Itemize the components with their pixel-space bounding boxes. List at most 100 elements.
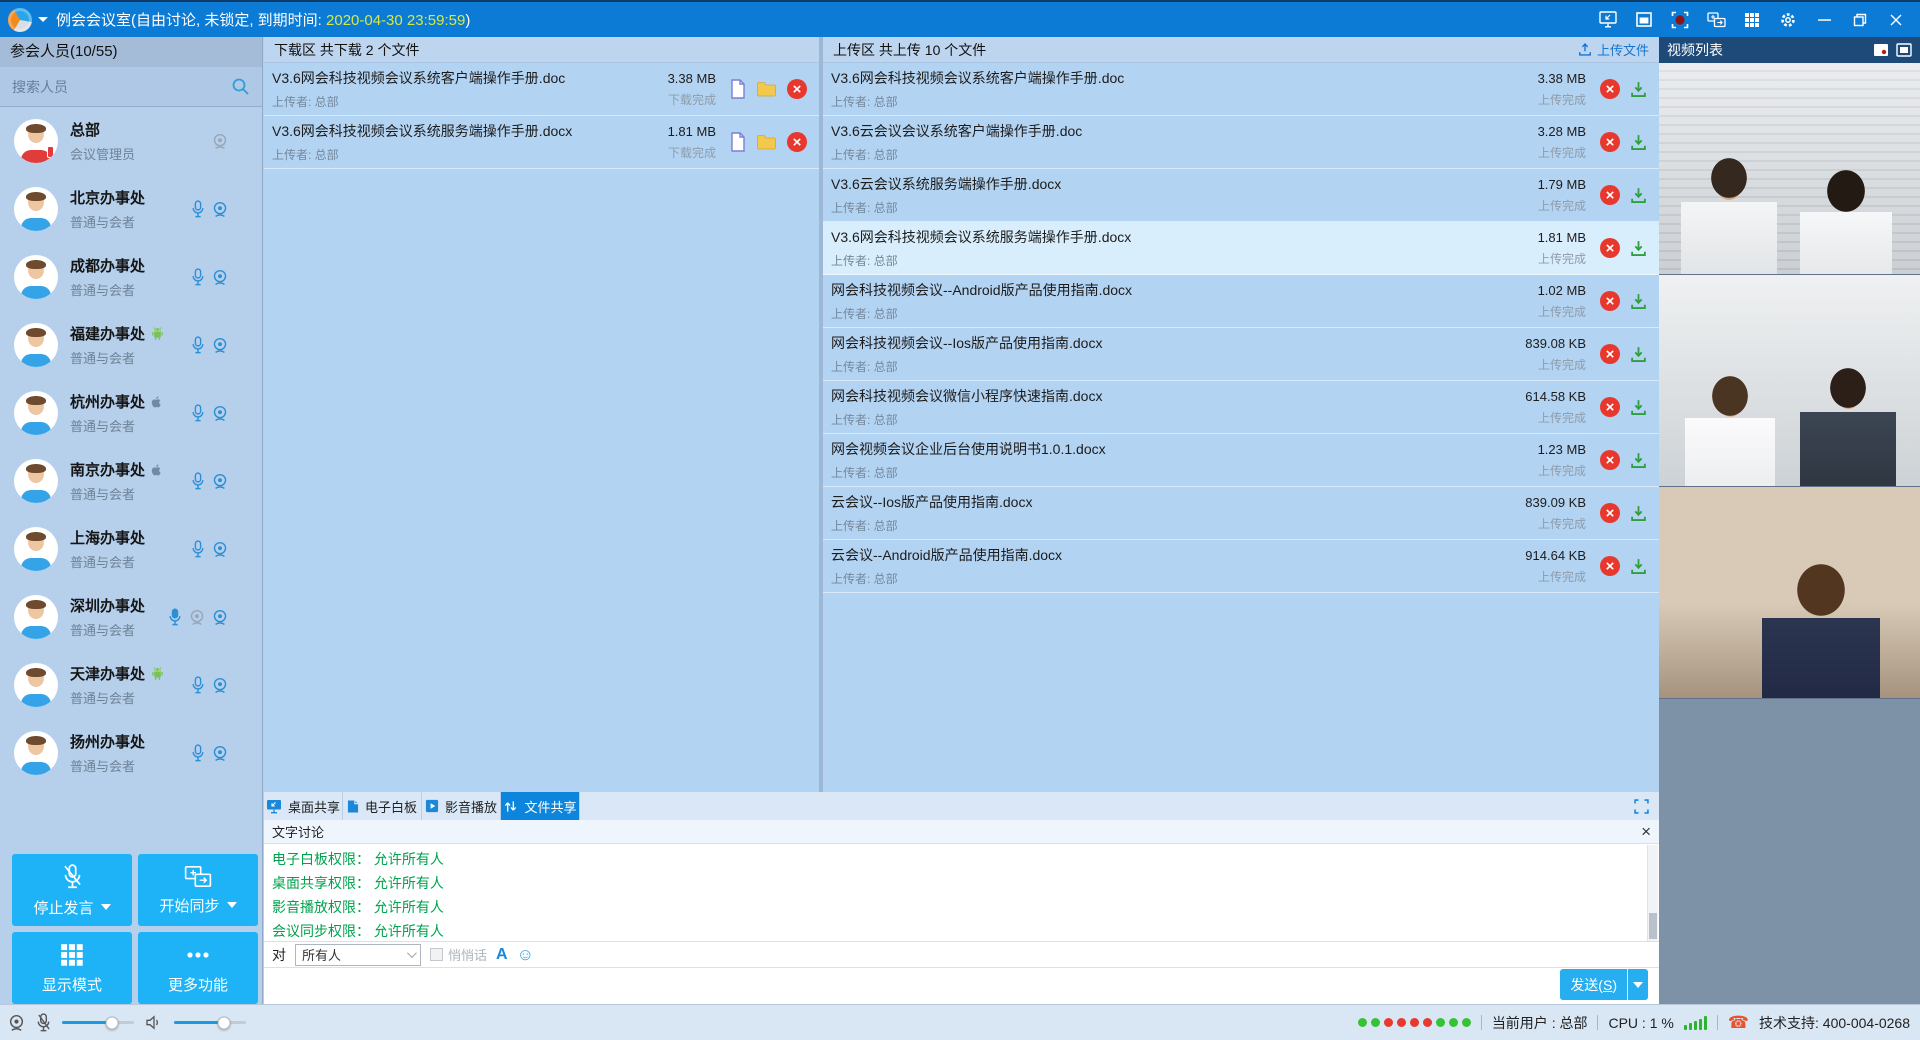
participant-row[interactable]: 扬州办事处 普通与会者 bbox=[0, 719, 262, 787]
upload-file-row[interactable]: 网会科技视频会议--Ios版产品使用指南.docx 上传者: 总部 839.08… bbox=[823, 328, 1659, 381]
delete-icon[interactable] bbox=[1600, 397, 1620, 417]
open-folder-icon[interactable] bbox=[756, 134, 777, 150]
video-window-icon[interactable] bbox=[1873, 43, 1889, 57]
delete-icon[interactable] bbox=[1600, 238, 1620, 258]
delete-icon[interactable] bbox=[787, 79, 807, 99]
record-icon[interactable] bbox=[1670, 10, 1690, 30]
open-file-icon[interactable] bbox=[730, 132, 746, 152]
save-download-icon[interactable] bbox=[1630, 293, 1647, 310]
participant-av-icons[interactable] bbox=[191, 268, 262, 286]
minimize-icon[interactable] bbox=[1814, 10, 1834, 30]
participant-av-icons[interactable] bbox=[168, 608, 262, 626]
upload-file-row[interactable]: 网会科技视频会议--Android版产品使用指南.docx 上传者: 总部 1.… bbox=[823, 275, 1659, 328]
participant-av-icons[interactable] bbox=[191, 472, 262, 490]
font-style-icon[interactable]: A bbox=[496, 946, 508, 964]
settings-gear-icon[interactable] bbox=[1778, 10, 1798, 30]
delete-icon[interactable] bbox=[1600, 79, 1620, 99]
sidebar-action-button[interactable]: 停止发言 bbox=[12, 854, 132, 926]
window-preview-icon[interactable] bbox=[1634, 10, 1654, 30]
participant-av-icons[interactable] bbox=[212, 133, 262, 150]
panel-tab[interactable]: 影音播放 bbox=[422, 792, 501, 820]
participant-av-icons[interactable] bbox=[191, 744, 262, 762]
upload-file-row[interactable]: 网会科技视频会议微信小程序快速指南.docx 上传者: 总部 614.58 KB… bbox=[823, 381, 1659, 434]
save-download-icon[interactable] bbox=[1630, 558, 1647, 575]
download-file-row[interactable]: V3.6网会科技视频会议系统服务端操作手册.docx 上传者: 总部 1.81 … bbox=[264, 116, 819, 169]
participant-row[interactable]: 杭州办事处 普通与会者 bbox=[0, 379, 262, 447]
delete-icon[interactable] bbox=[787, 132, 807, 152]
save-download-icon[interactable] bbox=[1630, 240, 1647, 257]
webcam-icon[interactable] bbox=[8, 1014, 25, 1032]
participant-av-icons[interactable] bbox=[191, 676, 262, 694]
save-download-icon[interactable] bbox=[1630, 187, 1647, 204]
participant-row[interactable]: 北京办事处 普通与会者 bbox=[0, 175, 262, 243]
screen-share-icon[interactable] bbox=[1598, 10, 1618, 30]
close-icon[interactable] bbox=[1641, 823, 1651, 840]
save-download-icon[interactable] bbox=[1630, 452, 1647, 469]
send-button[interactable]: 发送(S) bbox=[1560, 969, 1648, 1000]
download-file-row[interactable]: V3.6网会科技视频会议系统客户端操作手册.doc 上传者: 总部 3.38 M… bbox=[264, 63, 819, 116]
mic-volume-slider[interactable] bbox=[62, 1021, 134, 1024]
save-download-icon[interactable] bbox=[1630, 134, 1647, 151]
upload-file-row[interactable]: V3.6网会科技视频会议系统客户端操作手册.doc 上传者: 总部 3.38 M… bbox=[823, 63, 1659, 116]
participant-av-icons[interactable] bbox=[191, 540, 262, 558]
chevron-down-icon[interactable] bbox=[101, 904, 111, 910]
participant-row[interactable]: 总部 会议管理员 bbox=[0, 107, 262, 175]
send-options-caret[interactable] bbox=[1628, 969, 1648, 1000]
recipient-select[interactable]: 所有人 bbox=[295, 944, 421, 966]
chevron-down-icon[interactable] bbox=[38, 17, 48, 22]
delete-icon[interactable] bbox=[1600, 556, 1620, 576]
expand-icon[interactable] bbox=[1634, 799, 1649, 814]
pc-sync-icon[interactable] bbox=[1706, 10, 1726, 30]
delete-icon[interactable] bbox=[1600, 291, 1620, 311]
delete-icon[interactable] bbox=[1600, 185, 1620, 205]
upload-file-row[interactable]: V3.6网会科技视频会议系统服务端操作手册.docx 上传者: 总部 1.81 … bbox=[823, 222, 1659, 275]
participant-row[interactable]: 南京办事处 普通与会者 bbox=[0, 447, 262, 515]
open-folder-icon[interactable] bbox=[756, 81, 777, 97]
participant-row[interactable]: 福建办事处 普通与会者 bbox=[0, 311, 262, 379]
mic-muted-icon[interactable] bbox=[36, 1013, 51, 1032]
upload-file-button[interactable]: 上传文件 bbox=[1578, 40, 1649, 59]
delete-icon[interactable] bbox=[1600, 450, 1620, 470]
save-download-icon[interactable] bbox=[1630, 81, 1647, 98]
chevron-down-icon[interactable] bbox=[227, 902, 237, 908]
video-feed[interactable] bbox=[1659, 275, 1920, 487]
sidebar-action-button[interactable]: 显示模式 bbox=[12, 932, 132, 1004]
save-download-icon[interactable] bbox=[1630, 505, 1647, 522]
participant-row[interactable]: 深圳办事处 普通与会者 bbox=[0, 583, 262, 651]
whisper-checkbox[interactable] bbox=[430, 948, 443, 961]
search-icon[interactable] bbox=[231, 77, 250, 96]
video-feed[interactable] bbox=[1659, 487, 1920, 699]
emoji-icon[interactable] bbox=[517, 945, 534, 965]
speaker-icon[interactable] bbox=[145, 1015, 163, 1030]
layout-grid-icon[interactable] bbox=[1742, 10, 1762, 30]
slider-thumb[interactable] bbox=[106, 1016, 119, 1029]
video-feed[interactable] bbox=[1659, 63, 1920, 275]
close-icon[interactable] bbox=[1886, 10, 1906, 30]
upload-file-row[interactable]: 云会议--Ios版产品使用指南.docx 上传者: 总部 839.09 KB 上… bbox=[823, 487, 1659, 540]
sidebar-action-button[interactable]: 开始同步 bbox=[138, 854, 258, 926]
upload-file-row[interactable]: V3.6云会议会议系统客户端操作手册.doc 上传者: 总部 3.28 MB 上… bbox=[823, 116, 1659, 169]
panel-tab[interactable]: 桌面共享 bbox=[264, 792, 343, 820]
maximize-icon[interactable] bbox=[1850, 10, 1870, 30]
open-file-icon[interactable] bbox=[730, 79, 746, 99]
panel-tab[interactable]: 文件共享 bbox=[501, 792, 580, 820]
panel-tab[interactable]: 电子白板 bbox=[343, 792, 422, 820]
participant-row[interactable]: 成都办事处 普通与会者 bbox=[0, 243, 262, 311]
slider-thumb[interactable] bbox=[218, 1016, 231, 1029]
delete-icon[interactable] bbox=[1600, 344, 1620, 364]
upload-file-row[interactable]: 网会视频会议企业后台使用说明书1.0.1.docx 上传者: 总部 1.23 M… bbox=[823, 434, 1659, 487]
save-download-icon[interactable] bbox=[1630, 399, 1647, 416]
participant-av-icons[interactable] bbox=[191, 404, 262, 422]
delete-icon[interactable] bbox=[1600, 132, 1620, 152]
participant-row[interactable]: 上海办事处 普通与会者 bbox=[0, 515, 262, 583]
search-input[interactable]: 搜索人员 bbox=[0, 67, 262, 107]
scroll-thumb[interactable] bbox=[1649, 913, 1657, 939]
sidebar-action-button[interactable]: 更多功能 bbox=[138, 932, 258, 1004]
upload-file-row[interactable]: V3.6云会议系统服务端操作手册.docx 上传者: 总部 1.79 MB 上传… bbox=[823, 169, 1659, 222]
participant-av-icons[interactable] bbox=[191, 336, 262, 354]
delete-icon[interactable] bbox=[1600, 503, 1620, 523]
speaker-volume-slider[interactable] bbox=[174, 1021, 246, 1024]
upload-file-row[interactable]: 云会议--Android版产品使用指南.docx 上传者: 总部 914.64 … bbox=[823, 540, 1659, 593]
save-download-icon[interactable] bbox=[1630, 346, 1647, 363]
participant-av-icons[interactable] bbox=[191, 200, 262, 218]
